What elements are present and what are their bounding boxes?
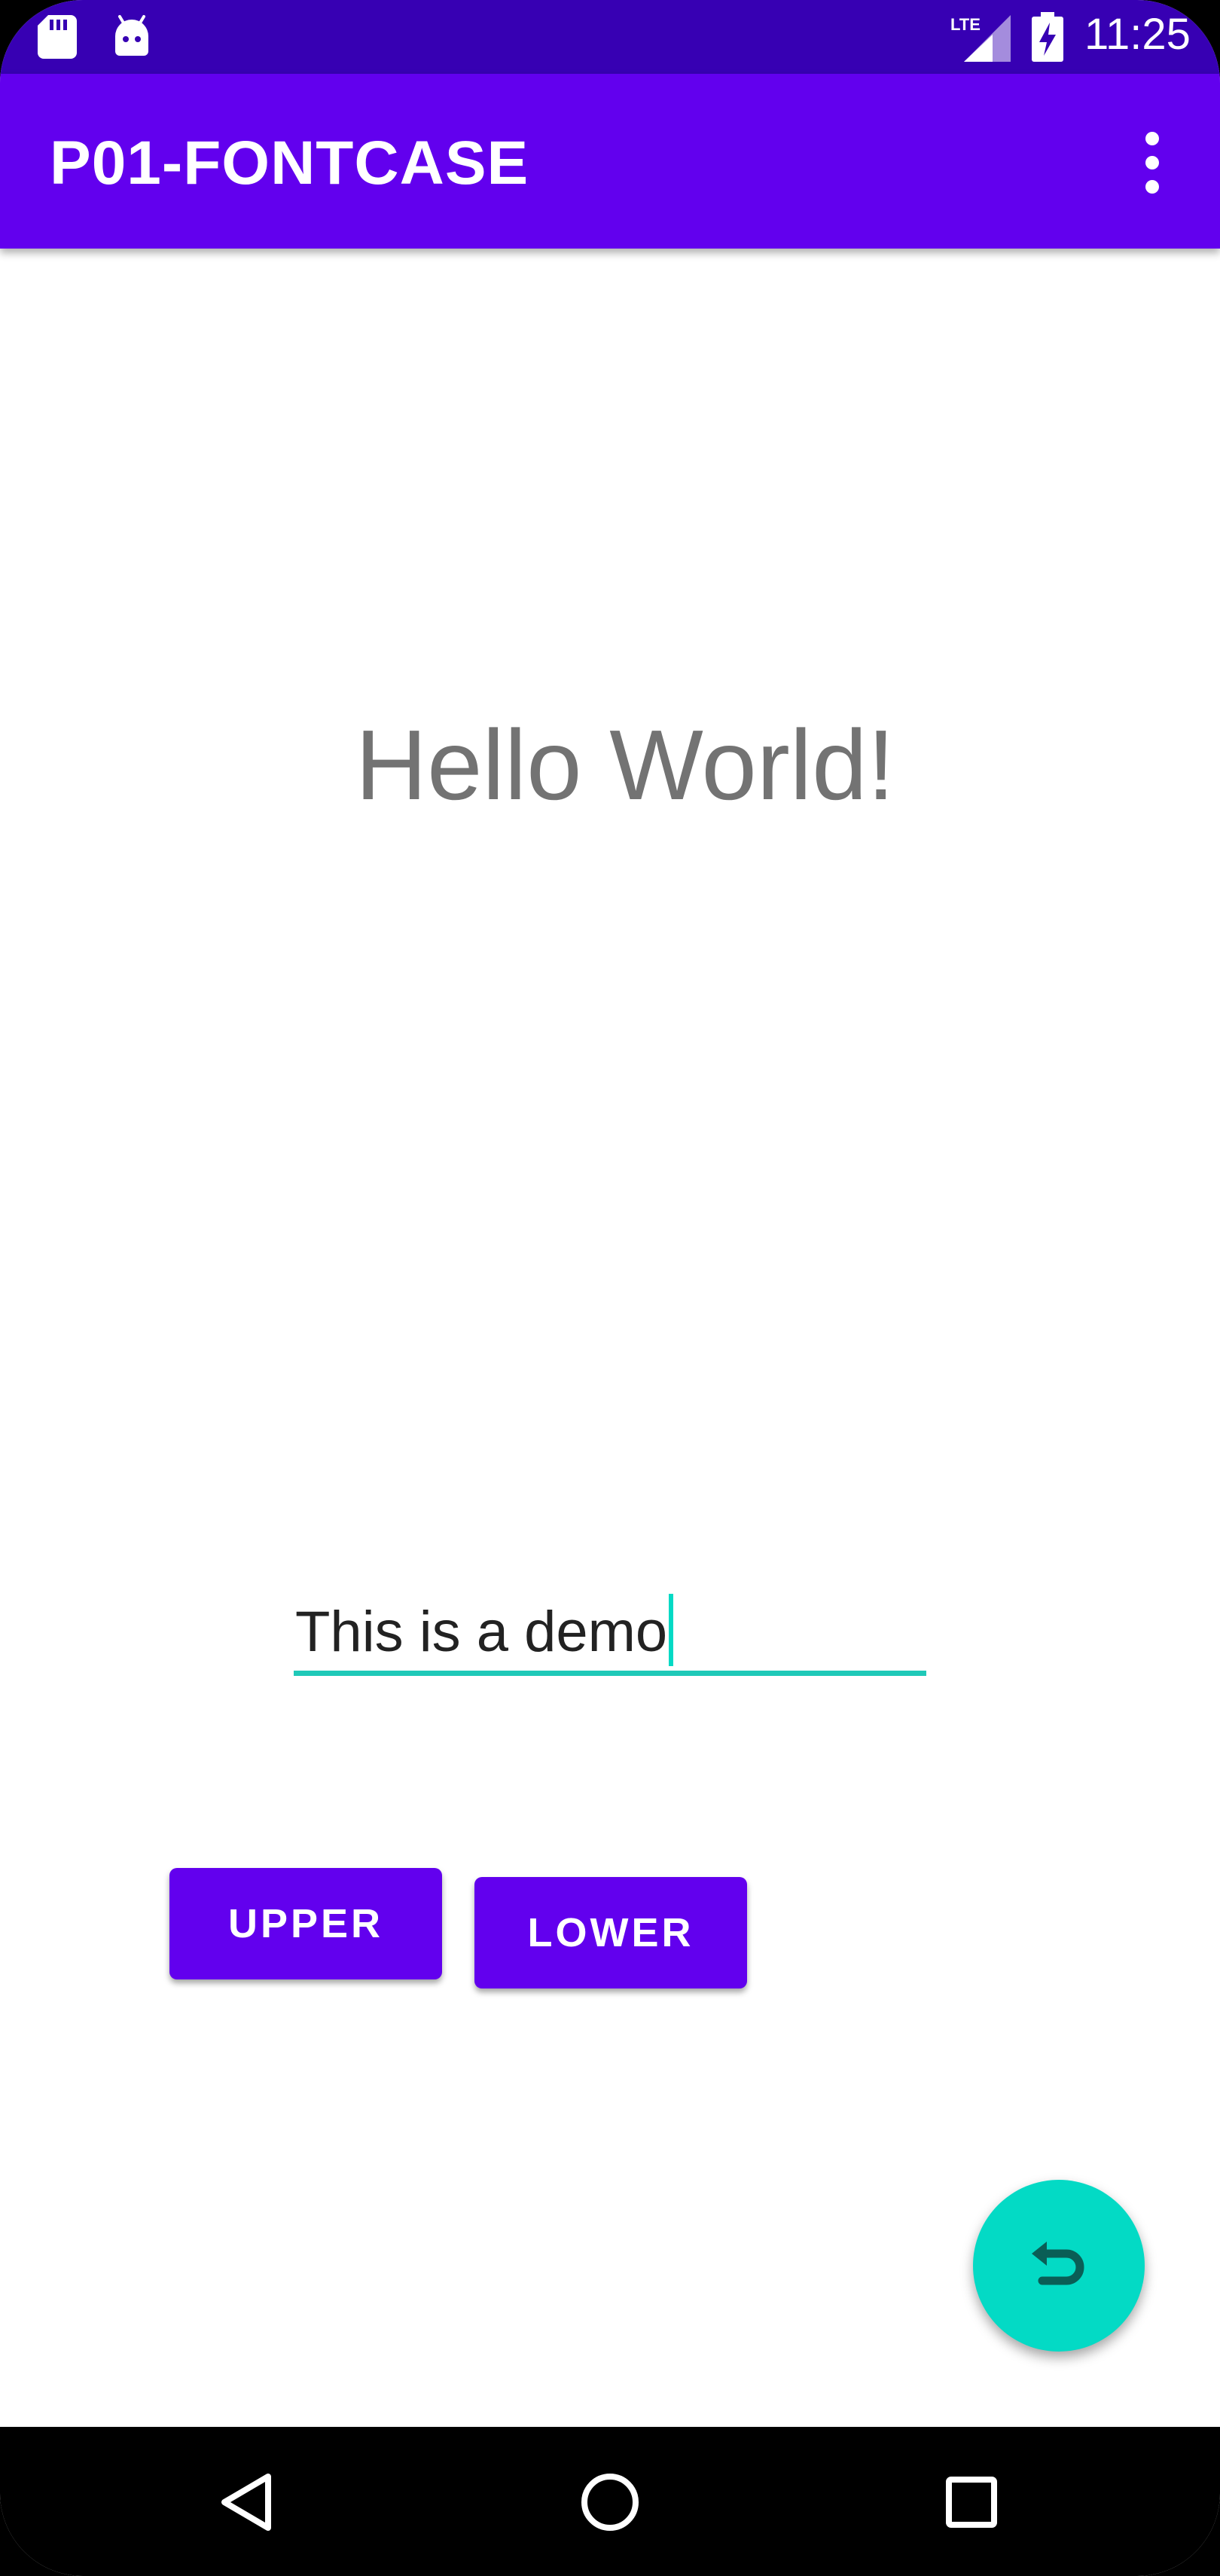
- app-bar: P01-FONTCASE: [0, 74, 1220, 249]
- text-input-underline: [294, 1671, 926, 1676]
- app-title: P01-FONTCASE: [50, 129, 529, 197]
- overflow-menu-icon[interactable]: [1122, 127, 1182, 199]
- status-bar: LTE 11:25: [0, 0, 1220, 74]
- undo-fab-button[interactable]: [973, 2180, 1145, 2352]
- text-input-field[interactable]: This is a demo: [294, 1582, 926, 1678]
- lte-signal-icon: LTE: [950, 15, 1011, 62]
- navigation-bar: [0, 2427, 1220, 2576]
- status-clock: 11:25: [1084, 10, 1191, 59]
- upper-button[interactable]: UPPER: [169, 1868, 442, 1979]
- back-icon[interactable]: [211, 2465, 286, 2540]
- svg-text:LTE: LTE: [950, 15, 981, 34]
- home-icon[interactable]: [572, 2465, 648, 2540]
- android-icon: [115, 15, 148, 56]
- hello-world-text: Hello World!: [355, 710, 895, 820]
- text-cursor: [669, 1594, 674, 1666]
- text-input-value[interactable]: This is a demo: [295, 1594, 674, 1666]
- text-input-text: This is a demo: [295, 1600, 668, 1664]
- phone-screen: LTE 11:25 P01-FONTCASE Hello World! This…: [0, 0, 1220, 2576]
- undo-icon: [1032, 2242, 1084, 2285]
- recents-icon[interactable]: [934, 2465, 1009, 2540]
- sd-card-icon: [38, 15, 77, 59]
- lower-button[interactable]: LOWER: [474, 1877, 747, 1988]
- battery-charging-icon: [1032, 12, 1063, 62]
